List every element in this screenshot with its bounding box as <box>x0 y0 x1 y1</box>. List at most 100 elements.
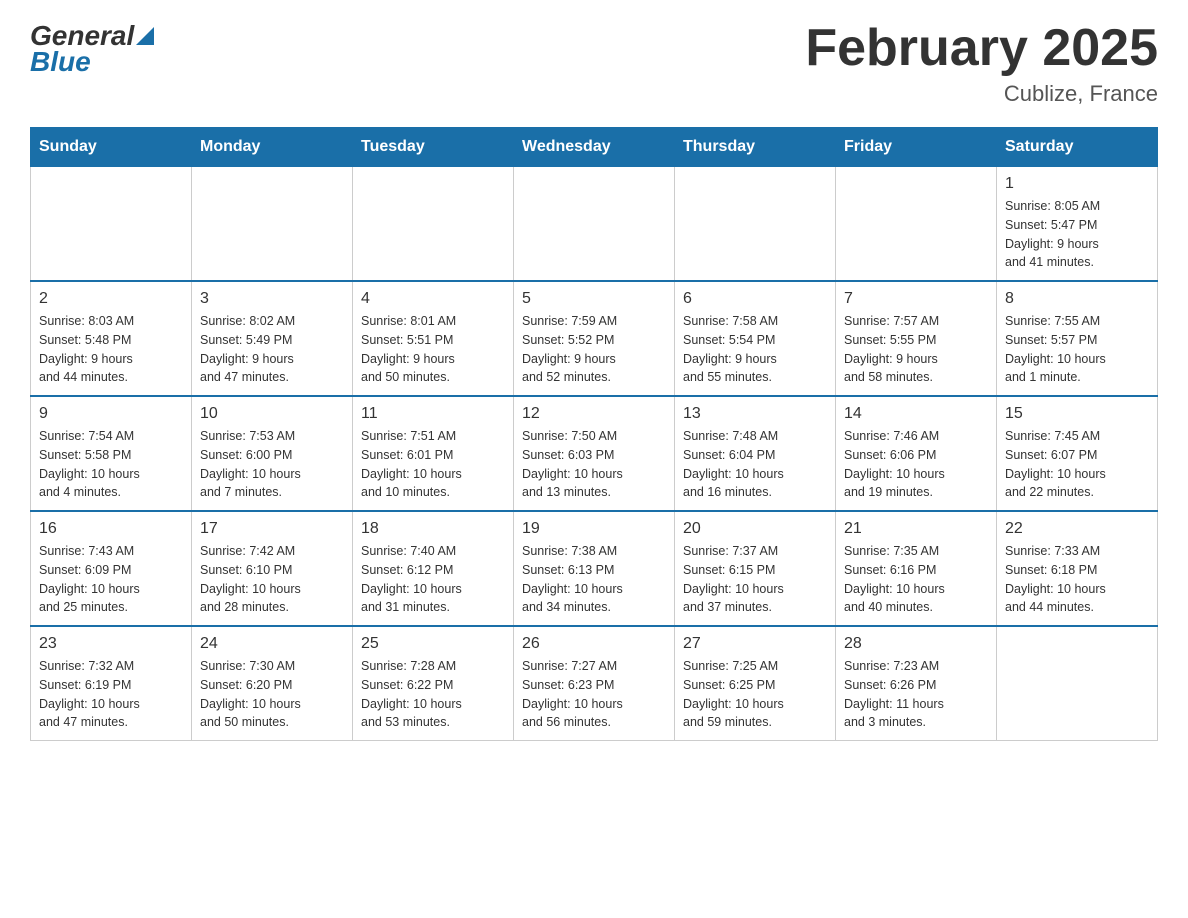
calendar-week-3: 9 Sunrise: 7:54 AM Sunset: 5:58 PM Daylig… <box>31 396 1158 511</box>
day-number: 10 <box>200 405 344 423</box>
day-info: Sunrise: 7:40 AM Sunset: 6:12 PM Dayligh… <box>361 542 505 617</box>
day-info: Sunrise: 7:33 AM Sunset: 6:18 PM Dayligh… <box>1005 542 1149 617</box>
calendar-cell: 7 Sunrise: 7:57 AM Sunset: 5:55 PM Daylig… <box>836 281 997 396</box>
calendar-cell <box>31 167 192 282</box>
day-info: Sunrise: 7:37 AM Sunset: 6:15 PM Dayligh… <box>683 542 827 617</box>
day-info: Sunrise: 7:43 AM Sunset: 6:09 PM Dayligh… <box>39 542 183 617</box>
calendar-cell: 5 Sunrise: 7:59 AM Sunset: 5:52 PM Daylig… <box>514 281 675 396</box>
calendar-cell: 17 Sunrise: 7:42 AM Sunset: 6:10 PM Dayli… <box>192 511 353 626</box>
day-number: 22 <box>1005 520 1149 538</box>
calendar-cell <box>353 167 514 282</box>
day-info: Sunrise: 8:02 AM Sunset: 5:49 PM Dayligh… <box>200 312 344 387</box>
calendar-cell: 2 Sunrise: 8:03 AM Sunset: 5:48 PM Daylig… <box>31 281 192 396</box>
calendar-cell: 22 Sunrise: 7:33 AM Sunset: 6:18 PM Dayli… <box>997 511 1158 626</box>
day-info: Sunrise: 8:05 AM Sunset: 5:47 PM Dayligh… <box>1005 197 1149 272</box>
calendar-cell: 21 Sunrise: 7:35 AM Sunset: 6:16 PM Dayli… <box>836 511 997 626</box>
calendar-cell: 27Sunrise: 7:25 AM Sunset: 6:25 PM Dayli… <box>675 626 836 741</box>
day-number: 6 <box>683 290 827 308</box>
calendar-cell: 20 Sunrise: 7:37 AM Sunset: 6:15 PM Dayli… <box>675 511 836 626</box>
day-info: Sunrise: 7:23 AM Sunset: 6:26 PM Dayligh… <box>844 657 988 732</box>
day-header-tuesday: Tuesday <box>353 128 514 167</box>
calendar-cell: 18 Sunrise: 7:40 AM Sunset: 6:12 PM Dayli… <box>353 511 514 626</box>
calendar-cell: 16 Sunrise: 7:43 AM Sunset: 6:09 PM Dayli… <box>31 511 192 626</box>
day-info: Sunrise: 7:46 AM Sunset: 6:06 PM Dayligh… <box>844 427 988 502</box>
day-number: 1 <box>1005 175 1149 193</box>
day-info: Sunrise: 7:35 AM Sunset: 6:16 PM Dayligh… <box>844 542 988 617</box>
day-number: 14 <box>844 405 988 423</box>
calendar-cell: 14 Sunrise: 7:46 AM Sunset: 6:06 PM Dayli… <box>836 396 997 511</box>
day-number: 20 <box>683 520 827 538</box>
page-header: General Blue February 2025 Cublize, Fran… <box>30 20 1158 107</box>
day-info: Sunrise: 7:45 AM Sunset: 6:07 PM Dayligh… <box>1005 427 1149 502</box>
day-info: Sunrise: 7:54 AM Sunset: 5:58 PM Dayligh… <box>39 427 183 502</box>
day-number: 5 <box>522 290 666 308</box>
calendar-subtitle: Cublize, France <box>805 81 1158 107</box>
day-number: 19 <box>522 520 666 538</box>
calendar-week-5: 23Sunrise: 7:32 AM Sunset: 6:19 PM Dayli… <box>31 626 1158 741</box>
day-info: Sunrise: 8:03 AM Sunset: 5:48 PM Dayligh… <box>39 312 183 387</box>
calendar-cell: 19 Sunrise: 7:38 AM Sunset: 6:13 PM Dayli… <box>514 511 675 626</box>
day-info: Sunrise: 7:32 AM Sunset: 6:19 PM Dayligh… <box>39 657 183 732</box>
day-header-friday: Friday <box>836 128 997 167</box>
calendar-cell: 11 Sunrise: 7:51 AM Sunset: 6:01 PM Dayli… <box>353 396 514 511</box>
calendar-week-1: 1 Sunrise: 8:05 AM Sunset: 5:47 PM Daylig… <box>31 167 1158 282</box>
day-info: Sunrise: 7:55 AM Sunset: 5:57 PM Dayligh… <box>1005 312 1149 387</box>
day-info: Sunrise: 7:38 AM Sunset: 6:13 PM Dayligh… <box>522 542 666 617</box>
day-info: Sunrise: 7:27 AM Sunset: 6:23 PM Dayligh… <box>522 657 666 732</box>
calendar-cell <box>514 167 675 282</box>
day-header-wednesday: Wednesday <box>514 128 675 167</box>
day-number: 24 <box>200 635 344 653</box>
calendar-week-2: 2 Sunrise: 8:03 AM Sunset: 5:48 PM Daylig… <box>31 281 1158 396</box>
logo-triangle-icon <box>136 27 154 45</box>
day-header-saturday: Saturday <box>997 128 1158 167</box>
day-number: 27 <box>683 635 827 653</box>
day-number: 17 <box>200 520 344 538</box>
day-number: 26 <box>522 635 666 653</box>
day-info: Sunrise: 7:57 AM Sunset: 5:55 PM Dayligh… <box>844 312 988 387</box>
calendar-cell: 8Sunrise: 7:55 AM Sunset: 5:57 PM Daylig… <box>997 281 1158 396</box>
day-info: Sunrise: 7:50 AM Sunset: 6:03 PM Dayligh… <box>522 427 666 502</box>
calendar-cell: 4 Sunrise: 8:01 AM Sunset: 5:51 PM Daylig… <box>353 281 514 396</box>
logo-blue-text: Blue <box>30 46 154 78</box>
day-info: Sunrise: 7:51 AM Sunset: 6:01 PM Dayligh… <box>361 427 505 502</box>
calendar-cell: 26 Sunrise: 7:27 AM Sunset: 6:23 PM Dayli… <box>514 626 675 741</box>
calendar-cell: 3 Sunrise: 8:02 AM Sunset: 5:49 PM Daylig… <box>192 281 353 396</box>
calendar-cell: 24 Sunrise: 7:30 AM Sunset: 6:20 PM Dayli… <box>192 626 353 741</box>
calendar-cell <box>192 167 353 282</box>
day-number: 28 <box>844 635 988 653</box>
day-number: 9 <box>39 405 183 423</box>
calendar-cell: 25 Sunrise: 7:28 AM Sunset: 6:22 PM Dayli… <box>353 626 514 741</box>
day-number: 13 <box>683 405 827 423</box>
day-info: Sunrise: 7:58 AM Sunset: 5:54 PM Dayligh… <box>683 312 827 387</box>
calendar-cell <box>675 167 836 282</box>
day-info: Sunrise: 7:59 AM Sunset: 5:52 PM Dayligh… <box>522 312 666 387</box>
day-header-sunday: Sunday <box>31 128 192 167</box>
day-number: 16 <box>39 520 183 538</box>
day-number: 3 <box>200 290 344 308</box>
day-number: 7 <box>844 290 988 308</box>
day-info: Sunrise: 7:28 AM Sunset: 6:22 PM Dayligh… <box>361 657 505 732</box>
calendar-cell: 13Sunrise: 7:48 AM Sunset: 6:04 PM Dayli… <box>675 396 836 511</box>
day-info: Sunrise: 7:30 AM Sunset: 6:20 PM Dayligh… <box>200 657 344 732</box>
calendar-week-4: 16 Sunrise: 7:43 AM Sunset: 6:09 PM Dayli… <box>31 511 1158 626</box>
day-number: 11 <box>361 405 505 423</box>
day-info: Sunrise: 8:01 AM Sunset: 5:51 PM Dayligh… <box>361 312 505 387</box>
calendar-table: SundayMondayTuesdayWednesdayThursdayFrid… <box>30 127 1158 741</box>
day-info: Sunrise: 7:42 AM Sunset: 6:10 PM Dayligh… <box>200 542 344 617</box>
calendar-title: February 2025 <box>805 20 1158 77</box>
calendar-cell: 10Sunrise: 7:53 AM Sunset: 6:00 PM Dayli… <box>192 396 353 511</box>
logo: General Blue <box>30 20 154 78</box>
calendar-cell <box>836 167 997 282</box>
day-number: 25 <box>361 635 505 653</box>
calendar-cell: 23Sunrise: 7:32 AM Sunset: 6:19 PM Dayli… <box>31 626 192 741</box>
day-number: 2 <box>39 290 183 308</box>
calendar-cell: 15Sunrise: 7:45 AM Sunset: 6:07 PM Dayli… <box>997 396 1158 511</box>
calendar-cell: 1 Sunrise: 8:05 AM Sunset: 5:47 PM Daylig… <box>997 167 1158 282</box>
calendar-cell <box>997 626 1158 741</box>
day-number: 12 <box>522 405 666 423</box>
day-header-thursday: Thursday <box>675 128 836 167</box>
day-header-monday: Monday <box>192 128 353 167</box>
day-number: 18 <box>361 520 505 538</box>
day-number: 21 <box>844 520 988 538</box>
day-number: 4 <box>361 290 505 308</box>
